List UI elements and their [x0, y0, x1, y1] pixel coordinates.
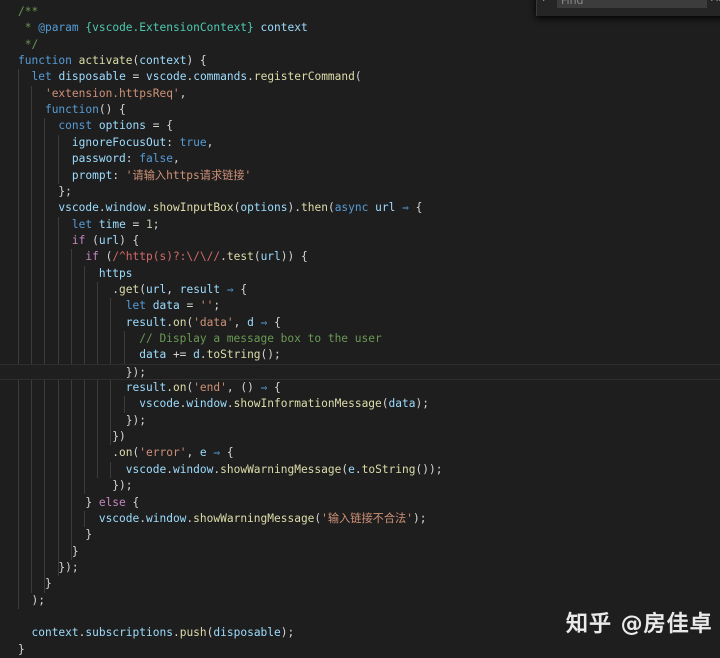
code-line[interactable]: result.on('data', d ⇒ { [0, 315, 720, 331]
code-line[interactable]: } [0, 642, 720, 658]
code-line[interactable]: vscode.window.showInputBox(options).then… [0, 200, 720, 216]
code-line[interactable]: let disposable = vscode.commands.registe… [0, 69, 720, 85]
code-editor[interactable]: /** * @param {vscode.ExtensionContext} c… [0, 0, 720, 656]
chevron-right-icon[interactable]: ▸ [543, 0, 553, 4]
code-line[interactable]: function activate(context) { [0, 53, 720, 69]
watermark: 知乎 @房佳卓 [566, 612, 713, 637]
code-line[interactable]: } [0, 576, 720, 592]
code-line[interactable]: } [0, 527, 720, 543]
code-line[interactable]: }); [0, 478, 720, 494]
code-line[interactable]: * @param {vscode.ExtensionContext} conte… [0, 20, 720, 36]
code-line[interactable]: */ [0, 37, 720, 53]
code-line[interactable]: .on('error', e ⇒ { [0, 445, 720, 461]
find-input[interactable] [557, 0, 707, 8]
code-line[interactable]: }) [0, 429, 720, 445]
find-widget: ▸ Aa [536, 0, 720, 16]
code-line[interactable]: data += d.toString(); [0, 347, 720, 363]
code-line[interactable]: }); [0, 560, 720, 576]
code-line[interactable]: // Display a message box to the user [0, 331, 720, 347]
code-line[interactable]: const options = { [0, 118, 720, 134]
code-line[interactable]: prompt: '请输入https请求链接' [0, 168, 720, 184]
code-line[interactable]: if (url) { [0, 233, 720, 249]
code-line[interactable]: https [0, 266, 720, 282]
code-line[interactable]: .get(url, result ⇒ { [0, 282, 720, 298]
code-line[interactable]: }); [0, 363, 720, 380]
code-line[interactable]: let data = ''; [0, 298, 720, 314]
code-line[interactable]: }); [0, 413, 720, 429]
code-line[interactable]: password: false, [0, 151, 720, 167]
code-line[interactable]: }; [0, 184, 720, 200]
code-line[interactable]: vscode.window.showWarningMessage('输入链接不合… [0, 511, 720, 527]
code-line[interactable]: } else { [0, 495, 720, 511]
match-case-option[interactable]: Aa [711, 0, 720, 4]
code-line[interactable]: function() { [0, 102, 720, 118]
code-line[interactable]: ignoreFocusOut: true, [0, 135, 720, 151]
code-line[interactable]: let time = 1; [0, 217, 720, 233]
code-line[interactable]: vscode.window.showWarningMessage(e.toStr… [0, 462, 720, 478]
code-line[interactable]: result.on('end', () ⇒ { [0, 380, 720, 396]
code-line[interactable]: 'extension.httpsReq', [0, 86, 720, 102]
code-line[interactable]: if (/^http(s)?:\/\//.test(url)) { [0, 249, 720, 265]
code-line[interactable]: vscode.window.showInformationMessage(dat… [0, 396, 720, 412]
code-line[interactable]: } [0, 544, 720, 560]
